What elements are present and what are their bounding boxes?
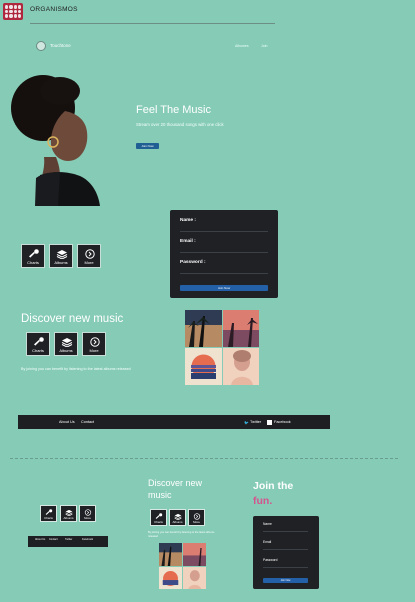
nav-brand[interactable]: Touchtone [50,43,71,48]
album-cover-portrait[interactable] [222,348,259,385]
discover-text: By joining you can benefit by listening … [21,367,131,371]
albums-label: Albums [63,516,74,520]
albums-small-tile[interactable]: Albums [169,509,186,526]
mini-footer-link-contact[interactable]: Contact [49,538,58,541]
mini-footer-link-twitter[interactable]: Twitter [65,538,72,541]
mini-footer: About Us Contact Twitter Facebook [28,536,108,547]
header-divider [30,23,275,24]
charts-label: Charts [32,348,44,353]
more-small-tile[interactable]: More [79,505,96,522]
charts-label: Charts [27,260,39,265]
join-title-line2: fun. [253,495,273,507]
email-label: Email : [180,239,196,244]
email-field[interactable] [180,252,268,253]
join-title: Join the fun. [253,479,293,509]
more-label: More [89,348,99,353]
hero-subtitle: Stream over 20 thousand songs with one c… [136,122,224,127]
charts-tile[interactable]: Charts [21,244,45,268]
footer-link-facebook[interactable]: Facebook [274,420,291,424]
discover-text-small: By joining you can benefit by listening … [148,531,215,538]
chevron-right-circle-icon [90,337,100,347]
mini-footer-link-facebook[interactable]: Facebook [82,538,93,541]
album-cover-palms-sunset[interactable] [222,310,259,347]
chevron-right-circle-icon [85,249,95,259]
album-cover-portrait[interactable] [183,566,206,589]
charts-small-tile[interactable]: Charts [150,509,167,526]
albums-label: Albums [59,348,73,353]
albums-label: Albums [54,260,68,265]
charts-tile[interactable]: Charts [26,332,50,356]
footer-link-about[interactable]: About Us [59,420,75,424]
layers-icon [61,338,73,347]
charts-label: Charts [44,516,53,520]
album-cover-palms[interactable] [159,543,182,566]
email-label: Email [263,540,272,544]
discover-title-small: Discover new music [148,478,203,500]
top-header: ORGANISMOS [0,0,415,24]
hero-person-image [10,75,102,206]
albums-tile[interactable]: Albums [49,244,73,268]
twitter-icon[interactable]: 🐦 [244,420,249,425]
join-title-line1: Join the [253,480,294,492]
form-submit-button[interactable]: Join Now [180,285,268,291]
nav-link-join[interactable]: Join [261,44,267,48]
navbar: Touchtone Albumes Join [36,40,271,52]
more-label: More [84,260,94,265]
microphone-icon [45,509,53,515]
name-field[interactable] [263,531,308,532]
password-field[interactable] [180,273,268,274]
organismos-logo-icon [3,3,23,20]
footer-link-contact[interactable]: Contact [81,420,94,424]
footer-link-twitter[interactable]: Twitter [250,420,261,424]
name-label: Name [263,522,272,526]
name-field[interactable] [180,231,268,232]
albums-small-tile[interactable]: Albums [60,505,77,522]
email-field[interactable] [263,549,308,550]
albums-label: Albums [172,520,183,524]
more-label: More [193,520,200,524]
page-title: ORGANISMOS [30,6,78,13]
more-tile[interactable]: More [77,244,101,268]
small-form-submit-button[interactable]: Join Now [263,578,308,583]
chevron-right-circle-icon [84,509,92,516]
name-label: Name : [180,218,196,223]
more-small-tile[interactable]: More [188,509,205,526]
layers-icon [174,513,182,520]
album-cover-palms-sunset[interactable] [183,543,206,566]
discover-title: Discover new music [21,313,124,325]
section-divider [10,458,398,459]
charts-label: Charts [154,520,163,524]
layers-icon [65,509,73,516]
microphone-icon [34,337,44,346]
signup-form-small: Name Email Password Join Now [253,516,319,589]
microphone-icon [155,513,163,519]
footer: About Us Contact 🐦 Twitter Facebook [18,415,330,429]
facebook-icon[interactable] [267,420,272,425]
password-label: Password : [180,260,206,265]
charts-small-tile[interactable]: Charts [40,505,57,522]
album-grid [185,310,259,385]
layers-icon [56,250,68,259]
signup-form: Name : Email : Password : Join Now [170,210,278,298]
more-tile[interactable]: More [82,332,106,356]
microphone-icon [29,249,39,258]
albums-tile[interactable]: Albums [54,332,78,356]
hero-title: Feel The Music [136,104,211,116]
nav-link-albumes[interactable]: Albumes [235,44,249,48]
album-cover-palms[interactable] [185,310,222,347]
password-field[interactable] [263,567,308,568]
password-label: Password [263,558,278,562]
join-now-button[interactable]: Join Now [136,143,159,149]
more-label: More [84,516,91,520]
album-cover-sunset-circle[interactable] [159,566,182,589]
album-cover-sunset-circle[interactable] [185,348,222,385]
chevron-right-circle-icon [193,513,201,520]
album-grid-small [159,543,206,589]
brand-logo-icon[interactable] [36,41,46,51]
mini-footer-link-about[interactable]: About Us [35,538,45,541]
